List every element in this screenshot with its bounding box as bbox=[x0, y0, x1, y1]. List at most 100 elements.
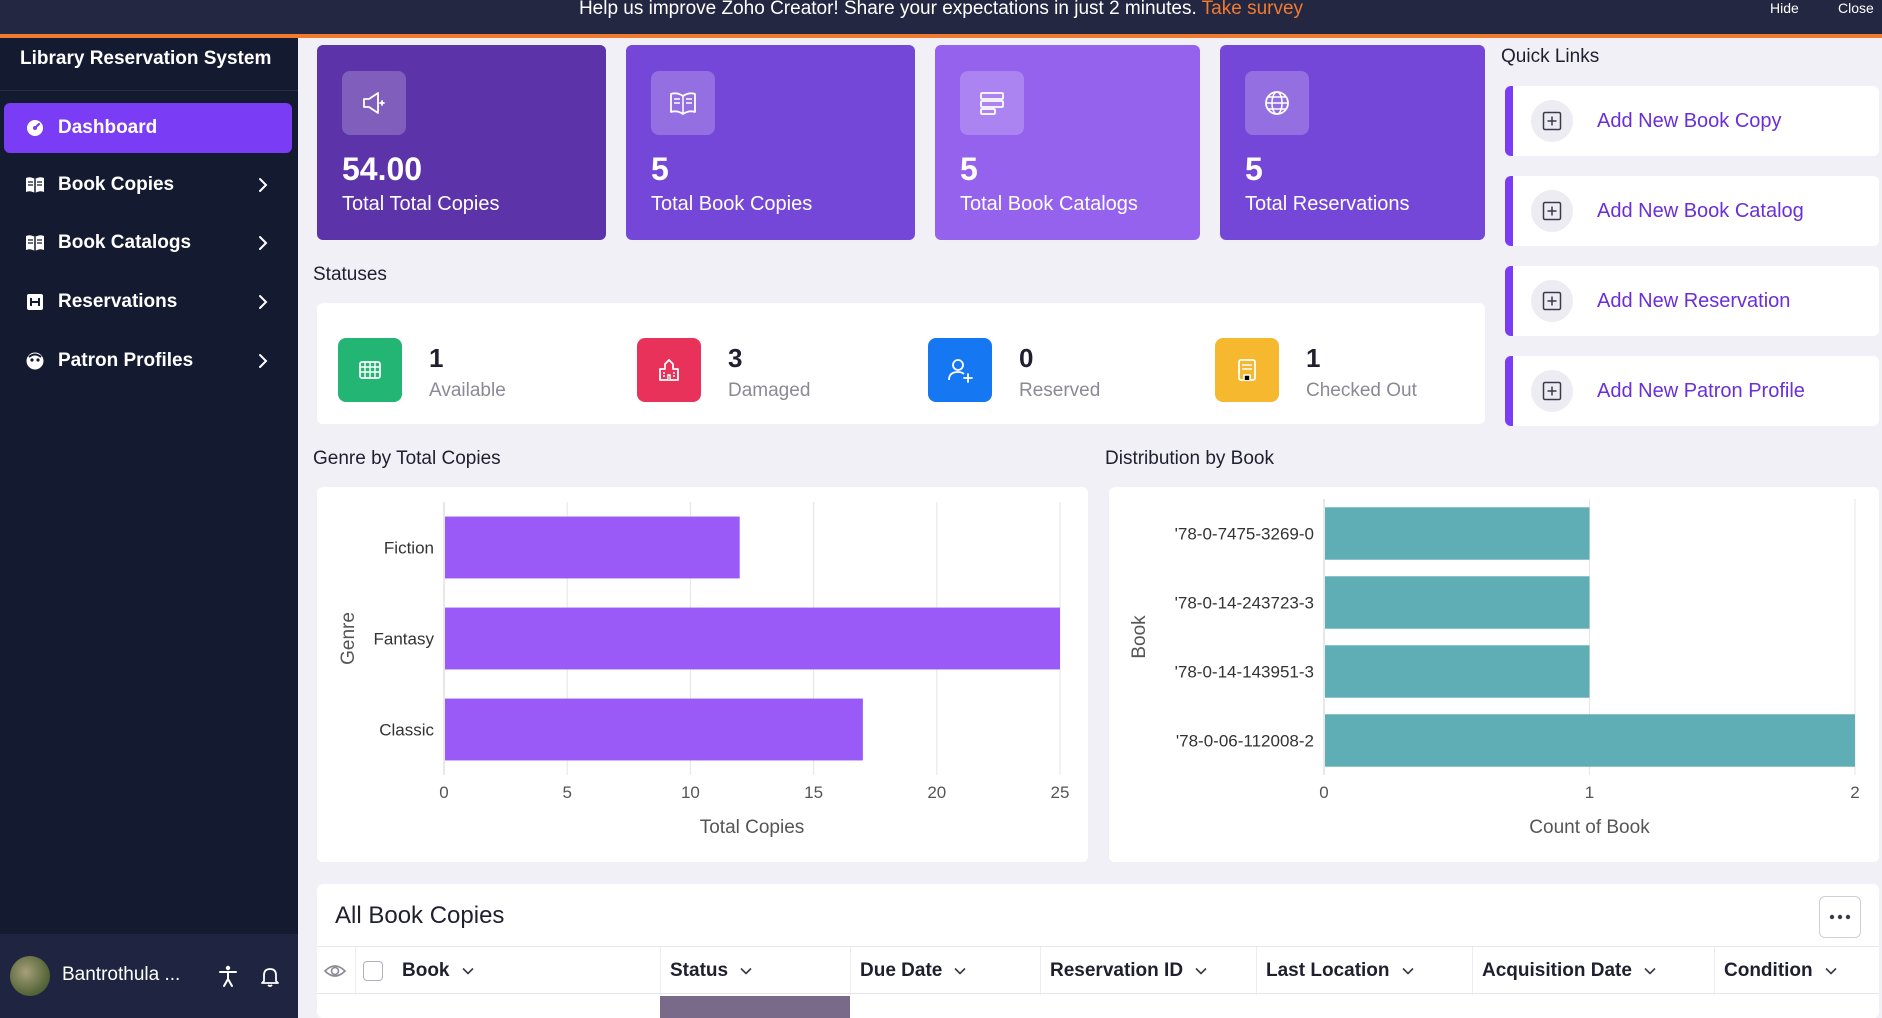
sidebar-divider bbox=[0, 90, 298, 91]
status-damaged[interactable]: 3 Damaged bbox=[637, 338, 887, 402]
status-label: Damaged bbox=[728, 380, 811, 401]
column-header-label: Book bbox=[402, 960, 450, 981]
sidebar-item-label: Reservations bbox=[58, 291, 178, 312]
column-header-reservation-id[interactable]: Reservation ID bbox=[1050, 947, 1209, 995]
user-name[interactable]: Bantrothula ... bbox=[62, 964, 180, 986]
chevron-down-icon bbox=[1644, 967, 1656, 975]
sidebar: Library Reservation System Dashboard Boo… bbox=[0, 38, 298, 1018]
x-tick-label: 0 bbox=[439, 783, 448, 802]
column-header-last-location[interactable]: Last Location bbox=[1266, 947, 1416, 995]
book-open-icon bbox=[651, 71, 715, 135]
banner-message-row: Help us improve Zoho Creator! Share your… bbox=[0, 0, 1882, 18]
statuses-panel: 1 Available 3 Damaged 0 Reserved 1 Check… bbox=[317, 303, 1485, 424]
book-icon bbox=[24, 232, 46, 254]
sidebar-item-reservations[interactable]: Reservations bbox=[4, 277, 292, 327]
genre-chart-panel: 0 5 10 15 20 25 Fiction Fantasy Classic Total Cop… bbox=[317, 487, 1088, 862]
close-banner-button[interactable]: Close bbox=[1838, 0, 1874, 16]
column-separator bbox=[355, 947, 356, 995]
hide-banner-button[interactable]: Hide bbox=[1770, 0, 1799, 16]
chevron-down-icon bbox=[1825, 967, 1837, 975]
stat-value: 5 bbox=[1245, 151, 1263, 187]
bar bbox=[1325, 645, 1590, 698]
x-tick-label: 0 bbox=[1319, 783, 1328, 802]
user-profile-bar: Bantrothula ... bbox=[0, 934, 298, 1018]
dashboard-icon bbox=[24, 117, 46, 139]
table-title: All Book Copies bbox=[335, 902, 505, 929]
column-header-condition[interactable]: Condition bbox=[1724, 947, 1839, 995]
app-title: Library Reservation System bbox=[20, 48, 272, 69]
bell-icon[interactable] bbox=[258, 964, 282, 988]
avatar[interactable] bbox=[10, 956, 50, 996]
column-header-book[interactable]: Book bbox=[402, 947, 476, 995]
quick-link-add-reservation[interactable]: Add New Reservation bbox=[1505, 266, 1879, 336]
quick-links-title: Quick Links bbox=[1501, 46, 1600, 67]
more-options-button[interactable] bbox=[1819, 896, 1861, 938]
chevron-down-icon bbox=[1195, 967, 1207, 975]
status-label: Available bbox=[429, 380, 506, 401]
take-survey-link[interactable]: Take survey bbox=[1202, 0, 1303, 19]
sidebar-item-patron-profiles[interactable]: Patron Profiles bbox=[4, 336, 292, 386]
column-header-label: Acquisition Date bbox=[1482, 960, 1632, 981]
accessibility-icon[interactable] bbox=[216, 964, 240, 988]
sidebar-item-label: Dashboard bbox=[58, 117, 158, 138]
distribution-bar-chart: 0 1 2 '78-0-7475-3269-0 '78-0-14-243723-3 '78… bbox=[1129, 499, 1860, 838]
quick-link-add-book-catalog[interactable]: Add New Book Catalog bbox=[1505, 176, 1879, 246]
x-axis-label: Total Copies bbox=[700, 817, 805, 838]
column-separator bbox=[1256, 947, 1257, 995]
archive-icon bbox=[1215, 338, 1279, 402]
x-tick-label: 1 bbox=[1585, 783, 1594, 802]
bar bbox=[445, 607, 1060, 670]
category-label: '78-0-06-112008-2 bbox=[1176, 732, 1314, 751]
sidebar-item-book-catalogs[interactable]: Book Catalogs bbox=[4, 218, 292, 268]
quick-link-label: Add New Reservation bbox=[1597, 289, 1791, 312]
plus-square-icon bbox=[1531, 280, 1573, 322]
quick-link-add-patron-profile[interactable]: Add New Patron Profile bbox=[1505, 356, 1879, 426]
x-tick-label: 10 bbox=[681, 783, 700, 802]
catalog-icon bbox=[960, 71, 1024, 135]
bar bbox=[445, 698, 863, 761]
megaphone-icon bbox=[342, 71, 406, 135]
table-header-row: Book Status Due Date Reservation ID Last… bbox=[317, 946, 1879, 995]
x-tick-label: 2 bbox=[1850, 783, 1859, 802]
column-separator bbox=[850, 947, 851, 995]
quick-link-add-book-copy[interactable]: Add New Book Copy bbox=[1505, 86, 1879, 156]
stat-card-total-copies[interactable]: 54.00 Total Total Copies bbox=[317, 45, 606, 240]
stat-card-book-catalogs[interactable]: 5 Total Book Catalogs bbox=[935, 45, 1200, 240]
chevron-down-icon bbox=[740, 967, 752, 975]
category-label: Classic bbox=[379, 721, 434, 740]
quick-link-label: Add New Book Copy bbox=[1597, 109, 1782, 132]
sidebar-item-dashboard[interactable]: Dashboard bbox=[4, 103, 292, 153]
column-header-acquisition-date[interactable]: Acquisition Date bbox=[1482, 947, 1658, 995]
status-available[interactable]: 1 Available bbox=[338, 338, 588, 402]
stat-label: Total Book Catalogs bbox=[960, 193, 1138, 215]
stat-card-book-copies[interactable]: 5 Total Book Copies bbox=[626, 45, 915, 240]
category-label: '78-0-14-243723-3 bbox=[1175, 594, 1314, 613]
quick-link-label: Add New Patron Profile bbox=[1597, 379, 1805, 402]
chevron-right-icon bbox=[259, 236, 268, 250]
feedback-banner: Help us improve Zoho Creator! Share your… bbox=[0, 0, 1882, 38]
bar bbox=[1325, 576, 1590, 629]
x-tick-label: 20 bbox=[927, 783, 946, 802]
distribution-chart-title: Distribution by Book bbox=[1105, 448, 1274, 469]
stat-card-reservations[interactable]: 5 Total Reservations bbox=[1220, 45, 1485, 240]
select-all-checkbox[interactable] bbox=[363, 961, 383, 981]
column-header-due-date[interactable]: Due Date bbox=[860, 947, 968, 995]
chevron-down-icon bbox=[1401, 967, 1414, 975]
grid-icon bbox=[338, 338, 402, 402]
banner-message: Help us improve Zoho Creator! Share your… bbox=[578, 0, 1197, 19]
plus-square-icon bbox=[1531, 370, 1573, 412]
column-header-label: Last Location bbox=[1266, 960, 1390, 981]
sidebar-item-book-copies[interactable]: Book Copies bbox=[4, 160, 292, 210]
sidebar-item-label: Patron Profiles bbox=[58, 350, 194, 371]
status-value: 0 bbox=[1019, 343, 1034, 373]
book-icon bbox=[24, 174, 46, 196]
status-value: 3 bbox=[728, 343, 743, 373]
bar bbox=[1325, 507, 1590, 560]
column-separator bbox=[660, 947, 661, 995]
column-header-status[interactable]: Status bbox=[670, 947, 754, 995]
category-label: Fiction bbox=[384, 539, 434, 558]
status-reserved[interactable]: 0 Reserved bbox=[928, 338, 1178, 402]
user-add-icon bbox=[928, 338, 992, 402]
eye-icon[interactable] bbox=[323, 959, 347, 983]
status-checked-out[interactable]: 1 Checked Out bbox=[1215, 338, 1465, 402]
